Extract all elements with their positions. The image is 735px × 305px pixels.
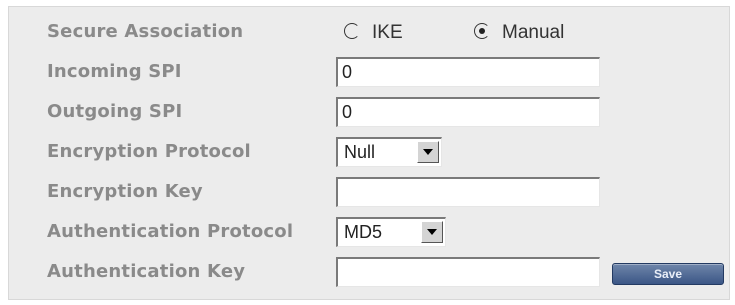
radio-unchecked-icon[interactable] bbox=[344, 22, 360, 39]
authentication-key-row: Authentication Key Save bbox=[9, 253, 729, 291]
incoming-spi-label: Incoming SPI bbox=[47, 61, 182, 82]
ipsec-settings-panel: Secure Association IKE Manual Incoming S… bbox=[8, 6, 730, 300]
encryption-protocol-value: Null bbox=[344, 142, 376, 162]
save-button[interactable]: Save bbox=[612, 263, 724, 285]
authentication-protocol-select[interactable]: MD5 bbox=[336, 217, 446, 247]
outgoing-spi-input[interactable] bbox=[336, 97, 600, 127]
encryption-protocol-row: Encryption Protocol Null bbox=[9, 133, 729, 171]
ike-radio-label: IKE bbox=[372, 22, 403, 43]
authentication-key-label: Authentication Key bbox=[47, 261, 246, 282]
encryption-protocol-label: Encryption Protocol bbox=[47, 141, 251, 162]
authentication-protocol-value: MD5 bbox=[344, 222, 383, 242]
ike-radio-option[interactable]: IKE bbox=[344, 21, 403, 45]
secure-association-label: Secure Association bbox=[47, 21, 244, 42]
manual-radio-label: Manual bbox=[502, 22, 565, 43]
encryption-key-label: Encryption Key bbox=[47, 181, 203, 202]
outgoing-spi-label: Outgoing SPI bbox=[47, 101, 183, 122]
chevron-down-icon[interactable] bbox=[421, 221, 443, 243]
chevron-down-icon[interactable] bbox=[417, 141, 439, 163]
authentication-protocol-label: Authentication Protocol bbox=[47, 221, 294, 242]
encryption-key-row: Encryption Key bbox=[9, 173, 729, 211]
outgoing-spi-row: Outgoing SPI bbox=[9, 93, 729, 131]
encryption-protocol-select[interactable]: Null bbox=[336, 137, 442, 167]
incoming-spi-row: Incoming SPI bbox=[9, 53, 729, 91]
manual-radio-option[interactable]: Manual bbox=[474, 21, 564, 45]
encryption-key-input[interactable] bbox=[336, 177, 600, 207]
secure-association-row: Secure Association IKE Manual bbox=[9, 13, 729, 51]
authentication-key-input[interactable] bbox=[336, 257, 600, 287]
radio-checked-icon[interactable] bbox=[474, 22, 490, 39]
incoming-spi-input[interactable] bbox=[336, 57, 600, 87]
authentication-protocol-row: Authentication Protocol MD5 bbox=[9, 213, 729, 251]
